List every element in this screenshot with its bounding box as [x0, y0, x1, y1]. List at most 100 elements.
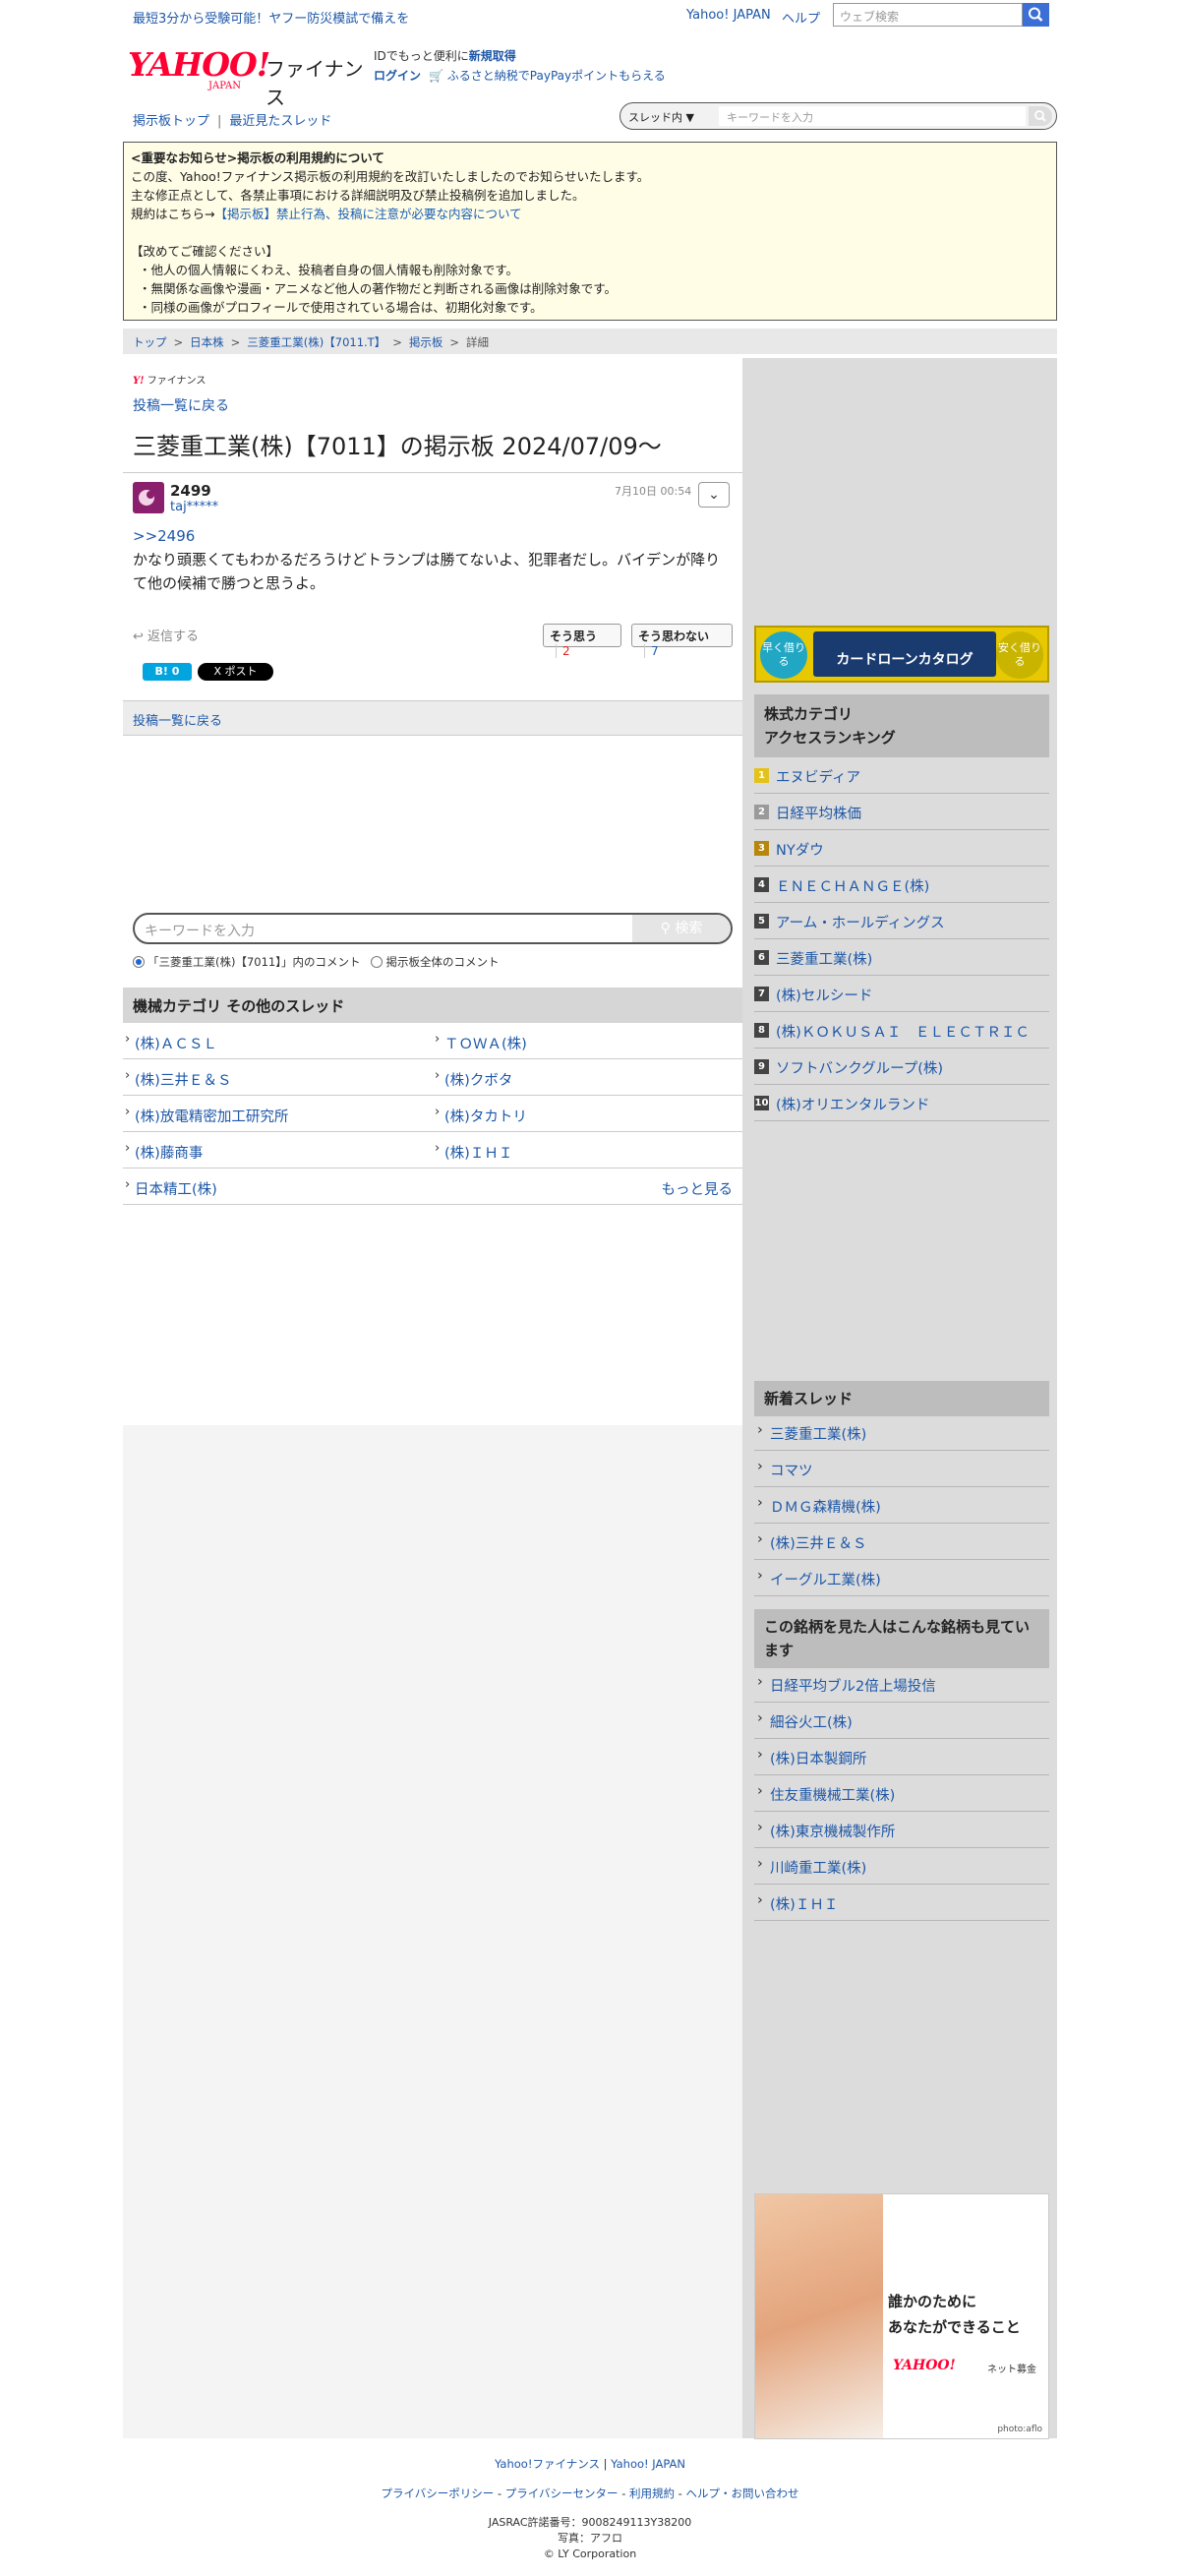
category-item[interactable]: (株)三井Ｅ＆Ｓ — [123, 1059, 433, 1096]
more-link[interactable]: もっと見る — [662, 1178, 734, 1199]
rank-number: 6 — [754, 950, 769, 965]
ad2-logo-sub: ネット募金 — [987, 2365, 1036, 2375]
yahoo-japan-link[interactable]: Yahoo! JAPAN — [686, 8, 771, 23]
breadcrumb-stock[interactable]: 三菱重工業(株)【7011.T】 — [247, 335, 385, 349]
category-item[interactable]: ＴＯＷＡ(株) — [433, 1023, 742, 1059]
new-thread-item[interactable]: イーグル工業(株) — [754, 1560, 1049, 1596]
search-icon — [1034, 110, 1046, 122]
ad-left-badge: 早く借りる — [760, 631, 807, 679]
web-search-input[interactable]: ウェブ検索 — [833, 3, 1023, 27]
furusato-link[interactable]: ふるさと納税でPayPayポイントもらえる — [447, 69, 666, 83]
card-loan-ad[interactable]: 早く借りる カードローンカタログ 安く借りる — [754, 626, 1049, 683]
promo-link[interactable]: 最短3分から受験可能！ヤフー防災模試で備えを — [133, 8, 409, 27]
category-item[interactable]: (株)クボタ — [433, 1059, 742, 1096]
rank-name: (株)ＫＯＫＵＳＡＩ ＥＬＥＣＴＲＩＣ — [776, 1025, 1030, 1041]
post-user[interactable]: taj***** — [170, 500, 218, 514]
main-content: Y! ファイナンス 投稿一覧に戻る 三菱重工業(株)【7011】の掲示板 202… — [123, 358, 742, 1425]
rank-number: 1 — [754, 768, 769, 783]
id-text: IDでもっと便利に — [374, 49, 469, 63]
breadcrumb-top[interactable]: トップ — [133, 335, 167, 349]
top-bar: 最短3分から受験可能！ヤフー防災模試で備えを Yahoo! JAPAN ヘルプ … — [123, 0, 1057, 31]
category-item[interactable]: (株)放電精密加工研究所 — [123, 1096, 433, 1132]
footer-link[interactable]: プライバシーポリシー — [382, 2486, 495, 2500]
x-post-button[interactable]: X ポスト — [198, 663, 273, 681]
footer-link[interactable]: ヘルプ・お問い合わせ — [685, 2486, 798, 2500]
board-top-link[interactable]: 掲示板トップ — [133, 114, 209, 129]
yahoo-finance-logo[interactable]: YAHOO! JAPAN ファイナンス — [128, 45, 369, 109]
back-to-list-link[interactable]: 投稿一覧に戻る — [133, 395, 229, 415]
ad-right-badge: 安く借りる — [996, 631, 1043, 679]
mini-logo: Y! ファイナンス — [133, 376, 206, 387]
hatena-bookmark-button[interactable]: B! 0 — [143, 663, 192, 681]
board-nav: 掲示板トップ | 最近見たスレッド — [133, 110, 331, 129]
new-thread-item[interactable]: (株)三井Ｅ＆Ｓ — [754, 1524, 1049, 1560]
scope-all-radio[interactable] — [371, 956, 384, 968]
login-link[interactable]: ログイン — [374, 69, 421, 83]
category-item[interactable]: 日本精工(株) — [123, 1168, 742, 1205]
ranking-item[interactable]: 2 日経平均株価 — [754, 794, 1049, 830]
new-thread-item[interactable]: コマツ — [754, 1451, 1049, 1487]
avatar-icon — [139, 490, 154, 506]
help-link[interactable]: ヘルプ — [782, 8, 820, 27]
post-reply-ref[interactable]: >>2496 — [133, 527, 195, 545]
post-menu-button[interactable]: ⌄ — [698, 482, 730, 508]
comment-search-button[interactable]: ⚲ 検索 — [632, 915, 731, 942]
footer-link[interactable]: 利用規約 — [629, 2486, 675, 2500]
new-thread-item[interactable]: 三菱重工業(株) — [754, 1414, 1049, 1451]
breadcrumb-board[interactable]: 掲示板 — [409, 335, 443, 349]
ranking-item[interactable]: 4 ＥＮＥＣＨＡＮＧＥ(株) — [754, 867, 1049, 903]
viewed-item[interactable]: (株)東京機械製作所 — [754, 1812, 1049, 1848]
scope-thread-radio[interactable] — [133, 956, 145, 968]
back-to-list-link[interactable]: 投稿一覧に戻る — [133, 714, 222, 729]
rank-name: ソフトバンクグループ(株) — [776, 1061, 944, 1077]
avatar[interactable] — [133, 482, 164, 513]
thread-search-button[interactable] — [1029, 106, 1052, 126]
ad2-credit: photo:aflo — [997, 2425, 1042, 2434]
category-item[interactable]: (株)ＩＨＩ — [433, 1132, 742, 1168]
disagree-button[interactable]: そう思わない7 — [631, 624, 733, 658]
register-link[interactable]: 新規取得 — [469, 49, 516, 63]
category-item[interactable]: (株)藤商事 — [123, 1132, 433, 1168]
viewed-item[interactable]: 川崎重工業(株) — [754, 1848, 1049, 1885]
ranking-item[interactable]: 3 NYダウ — [754, 830, 1049, 867]
rank-number: 9 — [754, 1059, 769, 1074]
new-thread-item[interactable]: ＤＭＧ森精機(株) — [754, 1487, 1049, 1524]
viewed-header: この銘柄を見た人はこんな銘柄も見ています — [754, 1609, 1049, 1668]
ad2-logo: YAHOO! — [893, 2358, 956, 2373]
viewed-item[interactable]: (株)ＩＨＩ — [754, 1885, 1049, 1921]
photo-credit: 写真：アフロ — [558, 2532, 622, 2545]
viewed-item[interactable]: 住友重機械工業(株) — [754, 1775, 1049, 1812]
disagree-count: 7 — [644, 644, 659, 658]
comment-keyword-input[interactable]: キーワードを入力 — [145, 921, 255, 940]
ranking-item[interactable]: 5 アーム・ホールディングス — [754, 903, 1049, 939]
category-item[interactable]: (株)タカトリ — [433, 1096, 742, 1132]
rank-name: ＥＮＥＣＨＡＮＧＥ(株) — [776, 879, 930, 895]
scope-select[interactable]: スレッド内 ▼ — [628, 109, 694, 125]
rank-number: 7 — [754, 987, 769, 1001]
footer-yahoo-link[interactable]: Yahoo! JAPAN — [611, 2457, 685, 2471]
viewed-item[interactable]: 細谷火工(株) — [754, 1703, 1049, 1739]
category-item[interactable]: (株)ＡＣＳＬ — [123, 1023, 433, 1059]
notice-check-title: 【改めてご確認ください】 — [131, 244, 279, 259]
breadcrumb-japan-stocks[interactable]: 日本株 — [190, 335, 224, 349]
ranking-item[interactable]: 8 (株)ＫＯＫＵＳＡＩ ＥＬＥＣＴＲＩＣ — [754, 1012, 1049, 1048]
ranking-item[interactable]: 7 (株)セルシード — [754, 976, 1049, 1012]
ranking-item[interactable]: 1 エヌビディア — [754, 757, 1049, 794]
viewed-item[interactable]: (株)日本製鋼所 — [754, 1739, 1049, 1775]
rules-link[interactable]: 【掲示板】禁止行為、投稿に注意が必要な内容について — [214, 207, 521, 221]
footer-link[interactable]: プライバシーセンター — [505, 2486, 619, 2500]
ranking-item[interactable]: 9 ソフトバンクグループ(株) — [754, 1048, 1049, 1085]
reply-button[interactable]: ↩ 返信する — [133, 626, 199, 644]
notice-line: 規約はこちら→【掲示板】禁止行為、投稿に注意が必要な内容について — [131, 207, 522, 221]
recent-threads-link[interactable]: 最近見たスレッド — [229, 114, 331, 129]
web-search-button[interactable] — [1023, 3, 1049, 27]
ranking-item[interactable]: 10 (株)オリエンタルランド — [754, 1085, 1049, 1121]
caret-down-icon: ▼ — [685, 111, 694, 124]
agree-button[interactable]: そう思う2 — [543, 624, 621, 658]
rank-number: 4 — [754, 877, 769, 892]
thread-keyword-input[interactable]: キーワードを入力 — [719, 106, 1026, 126]
donation-ad[interactable]: 誰かのために あなたができること YAHOO! ネット募金 photo:aflo — [754, 2193, 1049, 2439]
viewed-item[interactable]: 日経平均ブル2倍上場投信 — [754, 1666, 1049, 1703]
ranking-item[interactable]: 6 三菱重工業(株) — [754, 939, 1049, 976]
footer-finance-link[interactable]: Yahoo!ファイナンス — [495, 2457, 600, 2471]
